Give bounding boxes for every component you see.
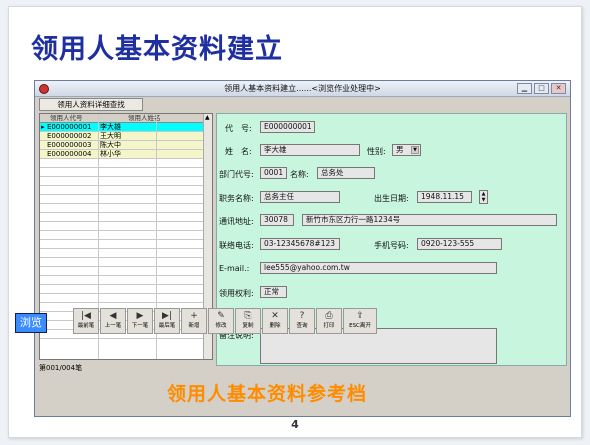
window-title: 领用人基本资料建立......<浏览作业处理中> bbox=[224, 84, 381, 93]
table-row[interactable]: E000000002 王大明 bbox=[40, 132, 212, 141]
row-code: E000000001 bbox=[47, 123, 92, 131]
row-code: E000000002 bbox=[47, 132, 92, 140]
phone-label: 联络电话: bbox=[219, 241, 254, 250]
toolbar: 领用人资料详细查找 bbox=[35, 97, 570, 112]
exit-icon: ⇪ bbox=[356, 311, 364, 321]
print-icon: ⎙ bbox=[325, 311, 333, 321]
header-code[interactable]: 领用人代号 bbox=[50, 114, 83, 123]
dept-code-field[interactable]: 0001 bbox=[260, 167, 287, 179]
window-titlebar: 领用人基本资料建立......<浏览作业处理中> ▁ □ ✕ bbox=[35, 81, 570, 97]
row-code: E000000003 bbox=[47, 141, 92, 149]
grid-header: 领用人代号 领用人姓名 bbox=[40, 114, 212, 123]
zip-field[interactable]: 30078 bbox=[260, 214, 294, 226]
page-number: 4 bbox=[291, 418, 299, 431]
birth-field[interactable]: 1948.11.15 bbox=[417, 191, 472, 203]
table-row[interactable]: E000000004 林小华 bbox=[40, 150, 212, 159]
first-record-icon: |◀ bbox=[81, 311, 91, 321]
app-window: 领用人基本资料建立......<浏览作业处理中> ▁ □ ✕ 领用人资料详细查找… bbox=[34, 80, 571, 417]
rights-label: 领用权利: bbox=[219, 289, 254, 298]
last-record-icon: ▶| bbox=[162, 311, 172, 321]
table-row[interactable]: E000000003 陈大中 bbox=[40, 141, 212, 150]
next-record-button[interactable]: ▶ 下一笔 bbox=[127, 308, 153, 334]
email-label: E-mail.: bbox=[219, 264, 250, 273]
prev-record-icon: ◀ bbox=[109, 311, 117, 321]
row-name: 李大雄 bbox=[100, 123, 121, 131]
gender-label: 性别: bbox=[367, 147, 386, 156]
query-button[interactable]: ? 查询 bbox=[289, 308, 315, 334]
name-label: 姓 名: bbox=[225, 147, 252, 156]
birth-label: 出生日期: bbox=[374, 194, 409, 203]
dept-code-label: 部门代号: bbox=[219, 170, 254, 179]
detail-search-button[interactable]: 领用人资料详细查找 bbox=[39, 98, 143, 111]
code-field[interactable]: E000000001 bbox=[260, 121, 315, 133]
row-name: 王大明 bbox=[100, 132, 121, 140]
slide: 领用人基本资料建立 领用人基本资料建立......<浏览作业处理中> ▁ □ ✕… bbox=[8, 6, 582, 438]
add-icon: + bbox=[190, 311, 198, 321]
current-row-icon: ▸ bbox=[41, 123, 45, 131]
edit-icon: ✎ bbox=[217, 311, 225, 321]
gender-select[interactable]: 男 ▼ bbox=[392, 144, 421, 156]
delete-icon: ✕ bbox=[271, 311, 279, 321]
job-field[interactable]: 总务主任 bbox=[260, 191, 340, 203]
address-label: 通讯地址: bbox=[219, 217, 254, 226]
maximize-icon[interactable]: □ bbox=[534, 83, 549, 94]
row-name: 林小华 bbox=[100, 150, 121, 158]
exit-button[interactable]: ⇪ ESC离开 bbox=[343, 308, 377, 334]
first-record-button[interactable]: |◀ 最前笔 bbox=[73, 308, 99, 334]
gender-value: 男 bbox=[396, 145, 404, 154]
copy-icon: ⎘ bbox=[244, 311, 252, 321]
row-code: E000000004 bbox=[47, 150, 92, 158]
table-row[interactable]: ▸ E000000001 李大雄 bbox=[40, 123, 212, 132]
query-icon: ? bbox=[299, 311, 305, 321]
close-icon[interactable]: ✕ bbox=[551, 83, 566, 94]
birth-spinner[interactable]: ▲ ▼ bbox=[479, 190, 488, 204]
slide-title: 领用人基本资料建立 bbox=[31, 34, 283, 65]
print-button[interactable]: ⎙ 打印 bbox=[316, 308, 342, 334]
delete-button[interactable]: ✕ 删除 bbox=[262, 308, 288, 334]
phone-field[interactable]: 03-12345678#123 bbox=[260, 238, 340, 250]
add-button[interactable]: + 新增 bbox=[181, 308, 207, 334]
code-label: 代 号: bbox=[225, 124, 252, 133]
copy-button[interactable]: ⎘ 复制 bbox=[235, 308, 261, 334]
minimize-icon[interactable]: ▁ bbox=[517, 83, 532, 94]
last-record-button[interactable]: ▶| 最后笔 bbox=[154, 308, 180, 334]
address-field[interactable]: 新竹市东区力行一路1234号 bbox=[302, 214, 557, 226]
next-record-icon: ▶ bbox=[136, 311, 144, 321]
browse-mode-button[interactable]: 浏览 bbox=[15, 313, 47, 333]
watermark-caption: 领用人基本资料参考档 bbox=[167, 383, 368, 405]
edit-button[interactable]: ✎ 修改 bbox=[208, 308, 234, 334]
row-name: 陈大中 bbox=[100, 141, 121, 149]
mobile-label: 手机号码: bbox=[374, 241, 409, 250]
job-label: 职务名称: bbox=[219, 194, 254, 203]
mobile-field[interactable]: 0920-123-555 bbox=[417, 238, 502, 250]
rights-field[interactable]: 正常 bbox=[260, 286, 287, 298]
name-field[interactable]: 李大雄 bbox=[260, 144, 360, 156]
dept-name-label: 名称: bbox=[290, 170, 309, 179]
dept-name-field[interactable]: 总务处 bbox=[317, 167, 375, 179]
chevron-down-icon[interactable]: ▼ bbox=[411, 146, 419, 154]
prev-record-button[interactable]: ◀ 上一笔 bbox=[100, 308, 126, 334]
scroll-up-icon[interactable]: ▲ bbox=[205, 114, 210, 121]
email-field[interactable]: lee555@yahoo.com.tw bbox=[260, 262, 497, 274]
